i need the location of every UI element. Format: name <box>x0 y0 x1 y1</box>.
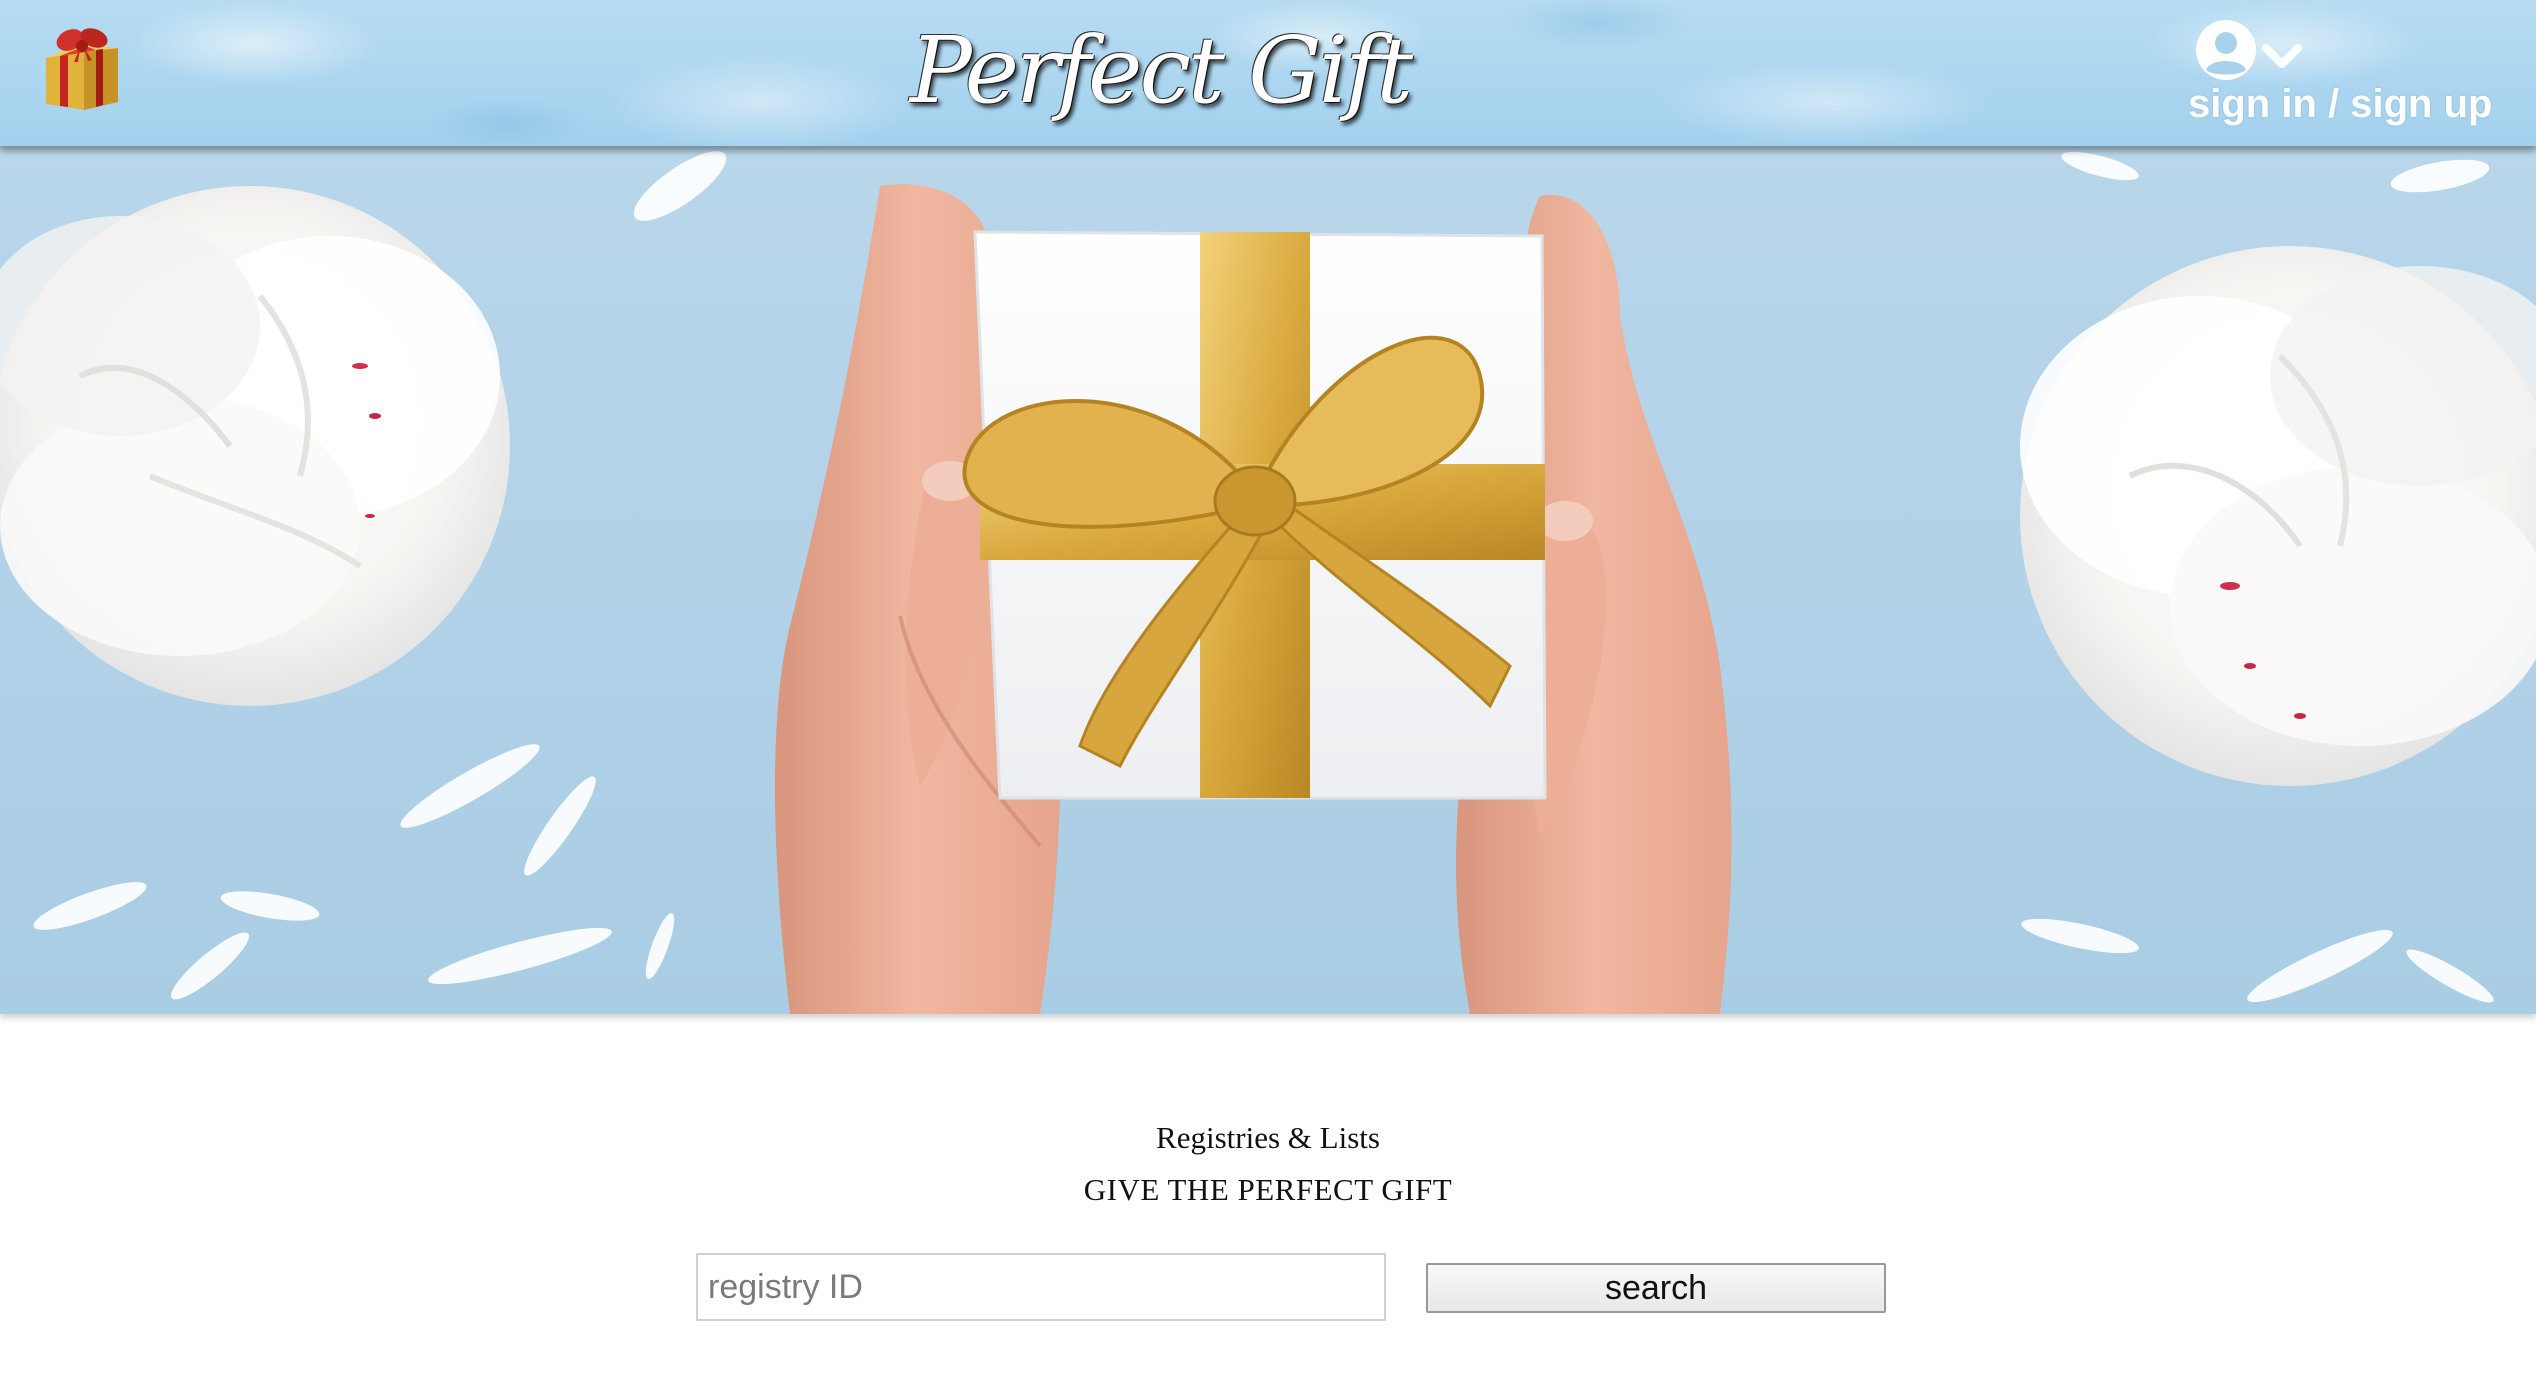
gift-box-photo <box>962 230 1547 800</box>
chevron-down-icon[interactable] <box>2262 42 2302 70</box>
brand-title[interactable]: Perfect Gift <box>900 6 1420 136</box>
account-menu[interactable]: sign in / sign up <box>2180 12 2520 132</box>
gift-box-icon[interactable] <box>40 18 122 112</box>
registry-id-input[interactable] <box>696 1253 1386 1321</box>
search-button[interactable]: search <box>1426 1263 1886 1313</box>
site-header: Perfect Gift sign in / sign up <box>0 0 2536 146</box>
hero-image <box>0 146 2536 1014</box>
peony-flower <box>2020 246 2536 786</box>
registries-heading: Registries & Lists <box>1156 1120 1380 1155</box>
user-circle-icon[interactable] <box>2194 18 2258 82</box>
tagline: GIVE THE PERFECT GIFT <box>1083 1172 1453 1207</box>
sign-in-sign-up-link[interactable]: sign in / sign up <box>2188 82 2492 127</box>
peony-flower <box>0 186 510 706</box>
